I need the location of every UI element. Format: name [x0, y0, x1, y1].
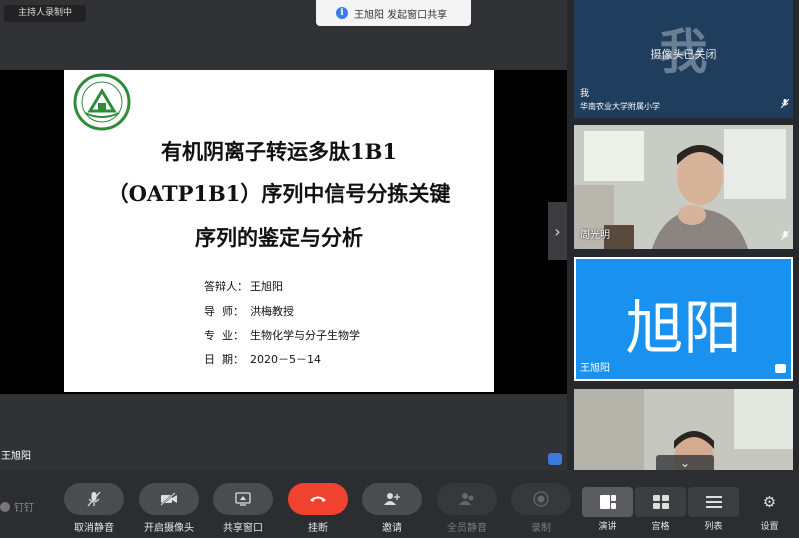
meta-key: 导 师：	[204, 305, 244, 318]
collapse-panel-button[interactable]: ⌄	[656, 455, 714, 471]
meta-value: 王旭阳	[250, 280, 283, 293]
mic-muted-icon	[781, 231, 789, 240]
participant-name: 周光明	[580, 230, 610, 241]
shared-slide: 有机阴离子转运多肽1B1 （OATP1B1）序列中信号分拣关键 序列的鉴定与分析…	[64, 70, 494, 392]
settings-button[interactable]: ⚙	[744, 487, 795, 517]
screen-share-icon	[235, 492, 251, 506]
speaker-view-button[interactable]	[582, 487, 633, 517]
unmute-button[interactable]	[64, 483, 124, 515]
gear-icon: ⚙	[762, 493, 777, 511]
meta-key: 日 期：	[204, 353, 244, 366]
list-view-icon	[705, 496, 722, 508]
share-window-label: 共享窗口	[223, 523, 263, 534]
participant-name: 我	[580, 89, 590, 99]
mute-all-icon	[459, 493, 474, 505]
chat-icon	[775, 364, 786, 373]
share-notification-text: 王旭阳 发起窗口共享	[354, 9, 448, 21]
meta-value: 生物化学与分子生物学	[250, 329, 360, 342]
next-page-button[interactable]: ›	[548, 202, 567, 260]
chevron-right-icon: ›	[554, 221, 561, 241]
participant-org: 华南农业大学附属小学	[580, 102, 660, 111]
meta-value: 2020－5－14	[250, 353, 321, 366]
mute-all-button[interactable]	[437, 483, 497, 515]
slide-meta-date: 日 期： 2020－5－14	[204, 351, 321, 367]
mic-muted-icon	[781, 99, 789, 108]
brand-logo: 钉钉	[0, 499, 34, 514]
slide-meta-defender: 答辩人： 王旭阳	[204, 278, 283, 294]
recording-badge: 主持人录制中	[4, 5, 87, 22]
grid-view-label: 宫格	[651, 522, 670, 532]
start-camera-button[interactable]	[139, 483, 199, 515]
participant-tile-me[interactable]: 我 摄像头已关闭 我 华南农业大学附属小学	[574, 0, 793, 118]
meta-key: 答辩人：	[204, 280, 248, 293]
chat-bubble-icon[interactable]	[548, 453, 562, 465]
info-icon: i	[336, 7, 348, 19]
presenter-name: 王旭阳	[1, 451, 31, 462]
slide-title-line-2: （OATP1B1）序列中信号分拣关键	[107, 181, 451, 206]
list-view-label: 列表	[704, 522, 723, 532]
unmute-label: 取消静音	[74, 523, 114, 534]
participant-tile-zhou[interactable]: 周光明	[574, 125, 793, 249]
invite-icon	[384, 493, 400, 505]
slide-title-line-1: 有机阴离子转运多肽1B1	[161, 139, 397, 164]
grid-view-button[interactable]	[635, 487, 686, 517]
slide-meta-advisor: 导 师： 洪梅教授	[204, 303, 294, 319]
invite-button[interactable]	[362, 483, 422, 515]
record-label: 录制	[531, 523, 551, 534]
start-camera-label: 开启摄像头	[144, 523, 194, 534]
main-stage: 主持人录制中 有机阴离子转运多肽1B1 （OATP1B1）序列中信号分拣关键 序…	[0, 0, 567, 470]
hang-up-label: 挂断	[308, 523, 328, 534]
hang-up-button[interactable]	[288, 483, 348, 515]
slide-meta-major: 专 业： 生物化学与分子生物学	[204, 327, 360, 343]
share-notification: i 王旭阳 发起窗口共享	[316, 0, 471, 26]
hang-up-icon	[310, 496, 326, 502]
participant-panel: 我 摄像头已关闭 我 华南农业大学附属小学 周光明 旭阳 王旭阳	[567, 0, 799, 470]
meeting-toolbar: 钉钉 取消静音 开启摄像头 共享窗口 挂断 邀请 全员静音 录制 演讲 宫格 列…	[0, 470, 799, 538]
invite-label: 邀请	[382, 523, 402, 534]
chevron-down-icon: ⌄	[679, 456, 691, 470]
camera-off-label: 摄像头已关闭	[650, 48, 717, 61]
camera-off-icon	[160, 492, 177, 506]
speaker-view-icon	[599, 495, 616, 509]
participant-tile-wang[interactable]: 旭阳 王旭阳	[574, 257, 793, 381]
list-view-button[interactable]	[688, 487, 739, 517]
mute-all-label: 全员静音	[447, 523, 487, 534]
grid-view-icon	[652, 495, 669, 509]
speaker-view-label: 演讲	[598, 522, 617, 532]
settings-label: 设置	[760, 522, 779, 532]
meta-value: 洪梅教授	[250, 305, 294, 318]
brand-name: 钉钉	[14, 503, 34, 514]
mic-off-icon	[87, 491, 101, 507]
university-logo-icon	[73, 73, 131, 131]
record-button[interactable]	[511, 483, 571, 515]
participant-name: 王旭阳	[580, 363, 610, 374]
meta-key: 专 业：	[204, 329, 244, 342]
dingtalk-icon	[0, 501, 10, 512]
share-window-button[interactable]	[213, 483, 273, 515]
record-icon	[533, 491, 549, 507]
avatar-text: 旭阳	[625, 294, 742, 362]
slide-title-line-3: 序列的鉴定与分析	[195, 225, 363, 250]
